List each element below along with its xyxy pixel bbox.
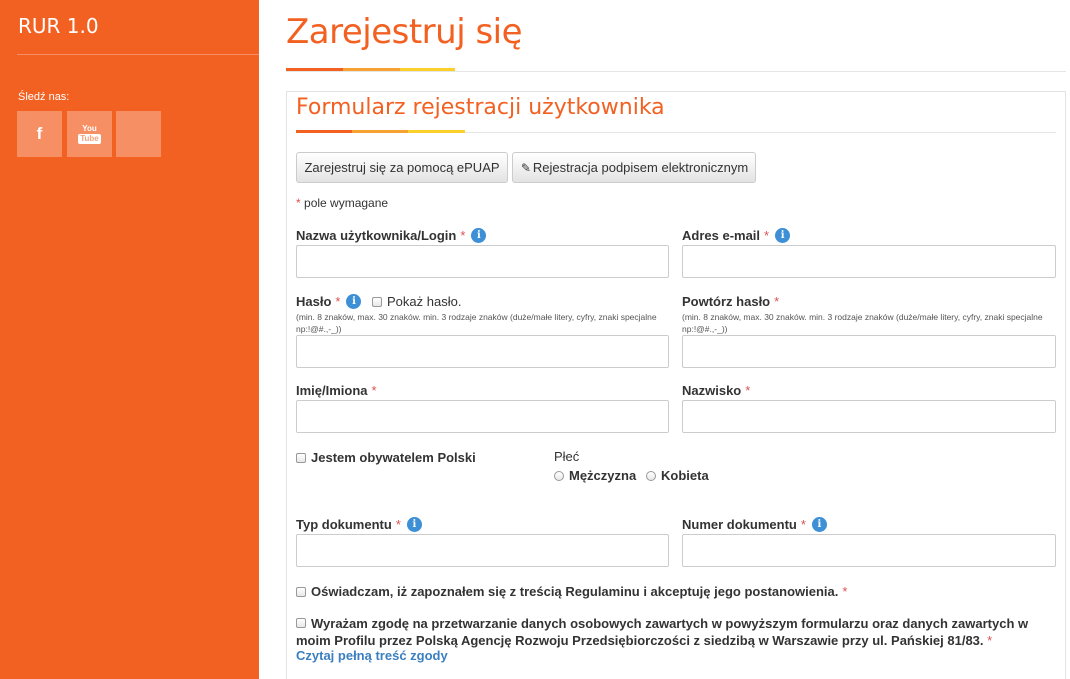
doc-number-label: Numer dokumentu * i [682,517,827,532]
facebook-icon: f [36,124,43,143]
terms-required-star: * [842,584,848,599]
first-name-label-text: Imię/Imiona [296,383,368,398]
first-name-input[interactable] [296,400,669,433]
terms-toggle[interactable]: Oświadczam, iż zapoznałem się z treścią … [296,584,847,599]
epuap-register-button[interactable]: Zarejestruj się za pomocą ePUAP [296,152,508,183]
password-input[interactable] [296,335,669,368]
login-label-text: Nazwa użytkownika/Login [296,228,457,243]
doc-type-input[interactable] [296,534,669,567]
polish-citizen-label: Jestem obywatelem Polski [311,450,476,465]
doc-number-input[interactable] [682,534,1056,567]
login-label: Nazwa użytkownika/Login * i [296,228,487,243]
first-name-label: Imię/Imiona * [296,383,377,398]
show-password-toggle[interactable]: Pokaż hasło. [372,294,461,309]
youtube-icon-top: You [82,123,97,133]
password-required-star: * [335,294,341,309]
brand-divider [17,54,259,55]
password-repeat-label: Powtórz hasło * [682,294,779,309]
form-title: Formularz rejestracji użytkownika [296,95,665,120]
doc-number-required-star: * [800,517,806,532]
form-accent-orange [296,130,352,133]
password-repeat-required-star: * [774,294,780,309]
gender-female-radio[interactable] [646,470,656,481]
email-info-icon[interactable]: i [775,228,791,243]
gender-label: Płeć [554,449,580,464]
last-name-label-text: Nazwisko [682,383,742,398]
consent-label: Wyrażam zgodę na przetwarzanie danych os… [296,616,1029,648]
pencil-icon: ✎ [520,160,531,175]
required-star: * [296,196,301,210]
password-repeat-input[interactable] [682,335,1056,368]
form-accent-amber [352,130,408,133]
sidebar: RUR 1.0 Śledź nas: f You Tube [0,0,259,679]
doc-type-required-star: * [395,517,401,532]
doc-number-label-text: Numer dokumentu [682,517,797,532]
login-input[interactable] [296,245,669,278]
title-accent-orange [286,68,343,71]
title-accent-amber [343,68,400,71]
doc-type-label-text: Typ dokumentu [296,517,392,532]
youtube-icon: You Tube [78,123,101,144]
gender-male-label: Mężczyzna [569,468,637,483]
password-repeat-label-text: Powtórz hasło [682,294,771,309]
password-label-text: Hasło [296,294,332,309]
polish-citizen-toggle[interactable]: Jestem obywatelem Polski [296,450,476,465]
doc-type-label: Typ dokumentu * i [296,517,422,532]
consent-required-star: * [987,633,993,648]
login-info-icon[interactable]: i [471,228,487,243]
terms-label: Oświadczam, iż zapoznałem się z treścią … [311,584,839,599]
page-title: Zarejestruj się [286,12,523,52]
gender-male-radio[interactable] [554,470,564,481]
gender-option-female[interactable]: Kobieta [646,468,709,483]
show-password-checkbox[interactable] [372,296,382,307]
email-required-star: * [764,228,770,243]
title-divider [286,71,1066,72]
form-accent-yellow [408,130,465,133]
last-name-required-star: * [745,383,751,398]
last-name-input[interactable] [682,400,1056,433]
consent-full-text-link[interactable]: Czytaj pełną treść zgody [296,648,448,663]
social-link-empty[interactable] [116,111,161,157]
email-label-text: Adres e-mail [682,228,761,243]
gender-option-male[interactable]: Mężczyzna [554,468,636,483]
brand-title[interactable]: RUR 1.0 [18,14,99,38]
terms-checkbox[interactable] [296,586,306,597]
email-label: Adres e-mail * i [682,228,791,243]
password-label: Hasło * i [296,294,362,309]
youtube-link[interactable]: You Tube [67,111,112,157]
polish-citizen-checkbox[interactable] [296,452,306,463]
password-hint: (min. 8 znaków, max. 30 znaków. min. 3 r… [296,312,657,334]
show-password-label: Pokaż hasło. [387,294,462,309]
doc-type-info-icon[interactable]: i [406,517,422,532]
last-name-label: Nazwisko * [682,383,750,398]
gender-female-label: Kobieta [661,468,709,483]
password-repeat-hint: (min. 8 znaków, max. 30 znaków. min. 3 r… [682,312,1043,334]
required-fields-note: * pole wymagane [296,196,388,210]
first-name-required-star: * [371,383,377,398]
consent-block: Wyrażam zgodę na przetwarzanie danych os… [296,615,1036,649]
follow-us-label: Śledź nas: [18,91,70,103]
consent-checkbox[interactable] [296,618,306,629]
title-accent-yellow [400,68,455,71]
email-input[interactable] [682,245,1056,278]
doc-number-info-icon[interactable]: i [811,517,827,532]
password-info-icon[interactable]: i [346,294,362,309]
required-fields-note-text: pole wymagane [304,196,389,210]
facebook-link[interactable]: f [17,111,62,157]
youtube-icon-bottom: Tube [78,133,101,144]
e-signature-register-button[interactable]: ✎ Rejestracja podpisem elektronicznym [512,152,756,183]
e-signature-button-label: Rejestracja podpisem elektronicznym [532,160,749,175]
login-required-star: * [460,228,466,243]
